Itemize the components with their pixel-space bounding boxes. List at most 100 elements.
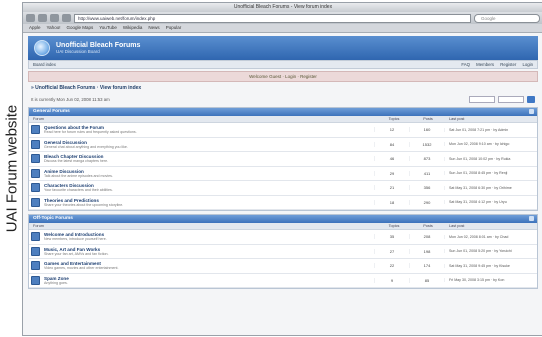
last-post-info[interactable]: Mon Jun 02, 2008 9:10 am · by Ichigo bbox=[444, 142, 537, 147]
forum-row[interactable]: Games and Entertainment Video games, movi… bbox=[29, 259, 537, 274]
bookmark-item[interactable]: Apple bbox=[29, 24, 41, 32]
breadcrumb[interactable]: » Unofficial Bleach Forums · View forum … bbox=[31, 85, 535, 91]
bookmark-item[interactable]: Yahoo! bbox=[47, 24, 61, 32]
window-title: Unofficial Bleach Forums - View forum in… bbox=[23, 3, 542, 12]
back-button-icon[interactable] bbox=[26, 14, 35, 22]
last-post-info[interactable]: Sun Jun 01, 2008 10:02 pm · by Rukia bbox=[444, 156, 537, 161]
forum-folder-icon bbox=[29, 183, 41, 193]
bookmark-item[interactable]: YouTube bbox=[99, 24, 117, 32]
forum-description: Anything goes. bbox=[44, 280, 68, 285]
column-headers: Forum Topics Posts Last post bbox=[29, 116, 537, 123]
topics-count: 9 bbox=[374, 277, 409, 283]
bookmarks-bar: Apple Yahoo! Google Maps YouTube Wikiped… bbox=[23, 24, 542, 33]
topics-count: 84 bbox=[374, 141, 409, 147]
topics-count: 35 bbox=[374, 234, 409, 240]
forum-page: Unofficial Bleach Forums UAI Discussion … bbox=[23, 33, 542, 335]
forum-folder-icon bbox=[29, 168, 41, 178]
current-time: It is currently Mon Jun 02, 2008 11:53 a… bbox=[31, 96, 110, 102]
forum-description: New members, introduce yourself here. bbox=[44, 237, 107, 241]
forward-button-icon[interactable] bbox=[38, 14, 47, 22]
forum-folder-icon bbox=[29, 125, 41, 135]
forum-folder-icon bbox=[29, 261, 41, 271]
forum-row[interactable]: Welcome and Introductions New members, in… bbox=[29, 230, 537, 245]
last-post-info[interactable]: Mon Jun 02, 2008 8:01 am · by Chad bbox=[444, 234, 537, 239]
forum-folder-icon bbox=[29, 246, 41, 256]
address-bar[interactable]: http://www.uaiweb.net/forum/index.php bbox=[74, 13, 471, 23]
category-header[interactable]: General Forums bbox=[29, 108, 537, 116]
last-post-info[interactable]: Sun Jun 01, 2008 5:20 pm · by Yoruichi bbox=[444, 249, 537, 254]
last-post-info[interactable]: Sun Jun 01, 2008 8:45 pm · by Renji bbox=[444, 171, 537, 176]
forum-folder-icon bbox=[29, 275, 41, 285]
collapse-icon[interactable] bbox=[529, 216, 534, 221]
collapse-icon[interactable] bbox=[529, 109, 534, 114]
site-subtitle: UAI Discussion Board bbox=[56, 49, 100, 54]
go-button[interactable] bbox=[527, 95, 535, 103]
topics-count: 29 bbox=[374, 170, 409, 176]
topics-count: 27 bbox=[374, 248, 409, 254]
site-title: Unofficial Bleach Forums bbox=[56, 42, 141, 49]
bookmark-item[interactable]: Wikipedia bbox=[123, 24, 143, 32]
topics-count: 12 bbox=[374, 127, 409, 133]
home-button-icon[interactable] bbox=[62, 14, 71, 22]
posts-count: 198 bbox=[409, 248, 444, 254]
forum-description: General chat about anything and everythi… bbox=[44, 144, 128, 149]
forum-description: Share your fan art, AMVs and fan fiction… bbox=[44, 251, 109, 256]
login-link[interactable]: Login bbox=[522, 62, 533, 67]
category-general: General Forums Forum Topics Posts Last p… bbox=[28, 107, 538, 211]
posts-count: 873 bbox=[409, 156, 444, 162]
welcome-bar[interactable]: Welcome Guest · Login · Register bbox=[28, 71, 538, 82]
topics-count: 21 bbox=[374, 185, 409, 191]
category-header[interactable]: Off-Topic Forums bbox=[29, 215, 537, 223]
bookmark-item[interactable]: News bbox=[148, 24, 159, 32]
forum-banner: Unofficial Bleach Forums UAI Discussion … bbox=[28, 36, 538, 60]
forum-row[interactable]: Spam Zone Anything goes. 9 85 Fri May 30, 20… bbox=[29, 274, 537, 288]
faq-link[interactable]: FAQ bbox=[461, 62, 470, 67]
figure-caption: UAI Forum website bbox=[0, 0, 22, 337]
time-bar: It is currently Mon Jun 02, 2008 11:53 a… bbox=[31, 94, 535, 104]
forum-folder-icon bbox=[29, 154, 41, 164]
forum-description: Your favourite characters and their abil… bbox=[44, 188, 113, 192]
caption-text: UAI Forum website bbox=[3, 104, 21, 233]
register-link[interactable]: Register bbox=[500, 62, 516, 67]
last-post-info[interactable]: Fri May 30, 2008 3:15 pm · by Kon bbox=[444, 278, 537, 283]
last-post-info[interactable]: Sat May 31, 2008 9:45 pm · by Kisuke bbox=[444, 263, 537, 268]
forum-row[interactable]: General Discussion General chat about any… bbox=[29, 138, 537, 152]
posts-count: 1532 bbox=[409, 141, 444, 147]
posts-count: 356 bbox=[409, 185, 444, 191]
forum-description: Video games, movies and other entertainm… bbox=[44, 266, 119, 270]
topics-count: 18 bbox=[374, 199, 409, 205]
forum-row[interactable]: Music, Art and Fan Works Share your fan a… bbox=[29, 245, 537, 259]
posts-count: 411 bbox=[409, 170, 444, 176]
search-field[interactable] bbox=[498, 95, 524, 103]
bookmark-item[interactable]: Google Maps bbox=[66, 24, 93, 32]
forum-folder-icon bbox=[29, 197, 41, 207]
forum-description: Read here for forum rules and frequently… bbox=[44, 130, 137, 134]
board-index-link[interactable]: Board index bbox=[33, 62, 56, 67]
category-offtopic: Off-Topic Forums Forum Topics Posts Last… bbox=[28, 214, 538, 289]
column-headers: Forum Topics Posts Last post bbox=[29, 223, 537, 230]
forum-row[interactable]: Characters Discussion Your favourite char… bbox=[29, 181, 537, 196]
browser-search-field[interactable]: Google bbox=[474, 13, 540, 23]
forum-navbar: Board index FAQ Members Register Login bbox=[28, 60, 538, 69]
browser-toolbar: http://www.uaiweb.net/forum/index.php Go… bbox=[23, 12, 542, 24]
last-post-info[interactable]: Sat May 31, 2008 6:30 pm · by Orihime bbox=[444, 185, 537, 190]
reload-button-icon[interactable] bbox=[50, 14, 59, 22]
members-link[interactable]: Members bbox=[476, 62, 494, 67]
jump-select[interactable] bbox=[469, 95, 495, 103]
topics-count: 46 bbox=[374, 156, 409, 162]
posts-count: 290 bbox=[409, 199, 444, 205]
topics-count: 22 bbox=[374, 263, 409, 269]
last-post-info[interactable]: Sat May 31, 2008 4:12 pm · by Uryu bbox=[444, 200, 537, 205]
forum-row[interactable]: Questions about the Forum Read here for f… bbox=[29, 123, 537, 138]
forum-description: Talk about the anime episodes and movies… bbox=[44, 173, 113, 178]
forum-row[interactable]: Anime Discussion Talk about the anime epi… bbox=[29, 167, 537, 181]
posts-count: 85 bbox=[409, 277, 444, 283]
posts-count: 160 bbox=[409, 127, 444, 133]
forum-row[interactable]: Theories and Predictions Share your theor… bbox=[29, 196, 537, 210]
forum-row[interactable]: Bleach Chapter Discussion Discuss the lat… bbox=[29, 152, 537, 167]
forum-folder-icon bbox=[29, 139, 41, 149]
last-post-info[interactable]: Sat Jun 01, 2008 7:21 pm · by Admin bbox=[444, 127, 537, 132]
forum-folder-icon bbox=[29, 232, 41, 242]
bookmark-item[interactable]: Popular bbox=[166, 24, 182, 32]
forum-logo-icon[interactable] bbox=[34, 40, 50, 56]
